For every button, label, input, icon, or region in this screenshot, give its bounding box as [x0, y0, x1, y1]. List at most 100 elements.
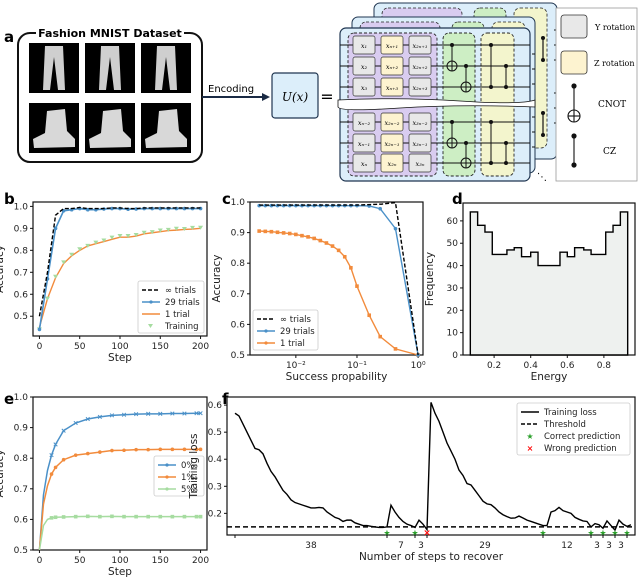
mnist-image-trousers — [29, 43, 79, 93]
series-marker — [110, 448, 114, 453]
x-axis-label: Number of steps to recover — [359, 551, 504, 563]
equals-sign: = — [320, 87, 333, 106]
y-tick-label: 0.5 — [231, 351, 245, 361]
y-tick-label: 1.0 — [231, 198, 246, 208]
gate-label: x₃ₙ₋₁ — [413, 140, 428, 148]
legend-marker — [264, 329, 268, 333]
gate-label: xₙ₊₁ — [386, 42, 398, 50]
series-marker — [73, 514, 78, 519]
1-trial-marker — [281, 231, 286, 235]
segment-label: 3 — [618, 541, 624, 551]
series-marker — [146, 514, 150, 519]
y-tick-label: 0.7 — [231, 290, 245, 300]
x-tick-label: 0 — [37, 556, 43, 566]
gate-label: x₂ — [361, 63, 368, 71]
arrow-head-icon — [262, 93, 270, 101]
series-marker — [53, 515, 58, 520]
legend-marker — [165, 463, 169, 467]
y-tick-label: 0.6 — [14, 290, 29, 300]
cz-dot — [541, 133, 545, 137]
legend-label: Training loss — [543, 408, 597, 418]
mnist-image-grid — [29, 43, 191, 153]
legend-marker — [264, 341, 268, 345]
1-trial-marker — [367, 313, 372, 318]
cnot-control-dot — [450, 43, 454, 47]
1-trial-marker — [324, 241, 329, 245]
gate-label: xₙ₊₂ — [386, 63, 399, 71]
gate-label: x₃ₙ — [416, 160, 425, 168]
mnist-image-ankle-boot — [141, 103, 191, 153]
legend-label: 1 trial — [165, 310, 190, 320]
y-tick-label: 0.2 — [208, 509, 222, 519]
y-axis-label: Accuracy — [0, 245, 6, 293]
y-axis-label: Training loss — [188, 433, 200, 499]
1-trial-marker — [300, 233, 304, 238]
series-marker — [182, 514, 187, 519]
y-tick-label: 0.5 — [14, 546, 28, 556]
series-marker — [98, 450, 102, 454]
gate-label: xₙ₋₁ — [358, 140, 370, 148]
y-tick-label: 0.5 — [14, 312, 28, 322]
legend-label: 1 trial — [280, 339, 305, 349]
legend-marker — [165, 487, 169, 491]
y-tick-label: 0 — [452, 351, 458, 361]
series-marker — [134, 447, 138, 452]
y-tick-label: 0.4 — [208, 455, 223, 465]
y-tick-label: 0.7 — [14, 268, 28, 278]
panel-letter-c: c — [222, 190, 231, 208]
y-tick-label: 10 — [447, 329, 459, 339]
gate-label: x₂ₙ₊₁ — [413, 42, 428, 50]
mnist-image-ankle-boot — [85, 103, 135, 153]
segment-label: 38 — [305, 541, 317, 551]
panel-letter-d: d — [452, 190, 463, 208]
cz-dot — [504, 161, 508, 165]
segment-label: 3 — [418, 541, 424, 551]
correct-prediction-star-icon: ★ — [623, 528, 630, 537]
1-trial-marker — [287, 231, 292, 236]
segment-label: 12 — [561, 541, 572, 551]
x-tick-label: 10⁰ — [411, 361, 426, 371]
chart-e: 0.5 0.6 0.7 0.8 0.9 1.0 0 50 100 150 200 Step Accura… — [0, 393, 209, 578]
z-rotation-swatch — [560, 50, 588, 75]
x-tick-label: 10⁻¹ — [347, 361, 367, 371]
cz-dot — [504, 141, 508, 145]
segment-label: 29 — [479, 541, 491, 551]
cz-dot — [504, 85, 508, 89]
gate-label: xₙ — [361, 160, 368, 168]
gate-label: x₂ₙ₊₂ — [413, 63, 428, 71]
y-axis-label: Frequency — [424, 252, 436, 306]
y-tick-label: 0.9 — [14, 224, 29, 234]
1-trial-marker — [306, 235, 310, 239]
series-marker — [110, 514, 114, 519]
correct-prediction-star-icon: ★ — [587, 528, 594, 537]
y-rotation-swatch — [560, 14, 588, 39]
legend-label: ∞ trials — [165, 286, 197, 296]
1-trial-marker — [330, 244, 335, 248]
x-tick-label: 0.8 — [597, 361, 612, 371]
y-tick-label: 50 — [447, 239, 459, 249]
1-trial-marker — [275, 230, 280, 235]
y-tick-label: 0.3 — [208, 482, 222, 492]
x-tick-label: 200 — [192, 556, 209, 566]
y-tick-label: 1.0 — [14, 393, 29, 403]
cz-dot — [541, 111, 545, 115]
x-tick-label: 100 — [111, 556, 128, 566]
1-trial-marker — [336, 248, 341, 253]
1-trial-marker — [378, 334, 383, 339]
chart-c: 0.5 0.6 0.7 0.8 0.9 1.0 10⁻² 10⁻¹ 10⁰ Success pro… — [211, 198, 426, 383]
legend-marker — [149, 300, 153, 304]
legend: Training loss Threshold ★ Correct predictio… — [516, 402, 631, 456]
y-axis-label: Accuracy — [211, 255, 223, 303]
correct-prediction-star-icon: ★ — [411, 528, 418, 537]
legend-cz: CZ — [603, 147, 616, 157]
series-marker — [170, 514, 175, 519]
legend-cnot: CNOT — [598, 100, 626, 110]
gate-label: x₃ — [361, 84, 368, 92]
series-marker — [198, 514, 203, 519]
1-trial-marker — [342, 254, 347, 259]
wrong-prediction-x-icon: × — [423, 528, 431, 538]
1-trial-marker — [263, 229, 268, 234]
x-tick-label: 10⁻² — [286, 361, 306, 371]
gate-label: x₂ₙ₋₂ — [385, 119, 400, 127]
correct-prediction-star-icon: ★ — [611, 528, 618, 537]
